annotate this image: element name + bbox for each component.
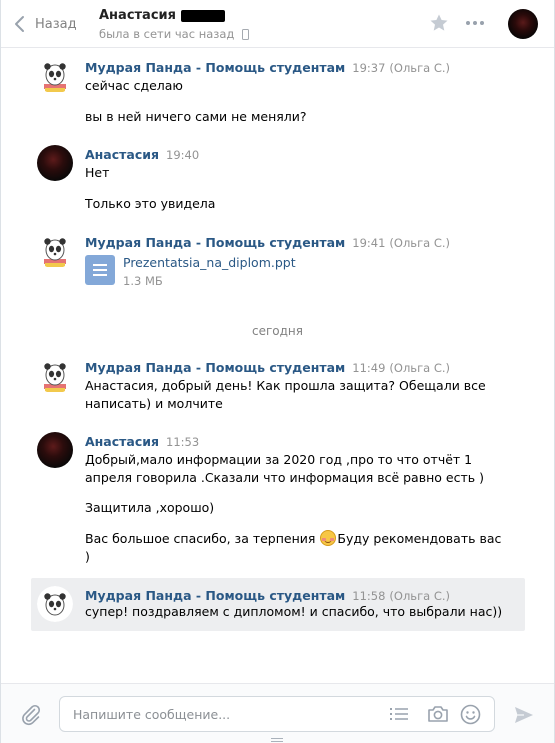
message-text: вы в ней ничего сами не меняли? <box>85 109 307 124</box>
star-icon[interactable] <box>429 13 449 33</box>
redacted-surname <box>181 9 225 22</box>
peer-avatar[interactable] <box>508 9 538 39</box>
document-icon <box>85 255 115 285</box>
message-text: Нет <box>85 165 110 180</box>
emoji-icon[interactable] <box>460 704 481 725</box>
more-icon[interactable] <box>466 21 484 25</box>
blushing-smile-emoji-icon <box>320 530 337 546</box>
chevron-left-icon <box>15 16 24 32</box>
message-time[interactable]: 11:49 <box>352 361 385 375</box>
sender-note: (Ольга С.) <box>389 61 450 75</box>
author-name[interactable]: Анастасия <box>85 147 159 162</box>
author-name[interactable]: Мудрая Панда - Помощь студентам <box>85 360 345 375</box>
paperclip-icon[interactable] <box>19 703 43 727</box>
message-text: Защитила ,хорошо) <box>85 500 215 515</box>
author-name[interactable]: Мудрая Панда - Помощь студентам <box>85 235 345 250</box>
message-composer: Напишите сообщение... <box>1 683 554 743</box>
panda-avatar[interactable] <box>37 358 73 394</box>
templates-list-icon[interactable] <box>390 707 408 721</box>
message-text: сейчас сделаю <box>85 78 183 93</box>
author-name[interactable]: Анастасия <box>85 434 159 449</box>
chat-header: Назад Анастасия была в сети час назад <box>1 0 554 48</box>
peer-status: была в сети час назад <box>99 27 235 41</box>
peer-info[interactable]: Анастасия была в сети час назад <box>99 8 250 41</box>
mobile-phone-icon <box>242 28 250 40</box>
message-input[interactable]: Напишите сообщение... <box>59 696 495 732</box>
document-name[interactable]: Prezentatsia_na_diplom.ppt <box>123 255 296 271</box>
message-text: написать) и молчите <box>85 396 223 411</box>
message-text: ) <box>85 549 90 564</box>
message-text: супер! поздравляем с дипломом! и спасибо… <box>85 604 503 619</box>
author-name[interactable]: Мудрая Панда - Помощь студентам <box>85 60 345 75</box>
resize-handle[interactable] <box>271 738 283 742</box>
message-time[interactable]: 11:58 <box>352 589 385 603</box>
panda-avatar[interactable] <box>37 586 73 622</box>
message-time[interactable]: 19:40 <box>166 148 199 162</box>
back-button[interactable]: Назад <box>13 12 77 36</box>
panda-avatar[interactable] <box>37 233 73 269</box>
message-time[interactable]: 19:37 <box>352 61 385 75</box>
user-avatar[interactable] <box>37 145 73 181</box>
message-group: Мудрая Панда - Помощь студентам 11:49 (О… <box>31 358 525 418</box>
panda-avatar[interactable] <box>37 58 73 94</box>
message-text: Анастасия, добрый день! Как прошла защит… <box>85 378 486 393</box>
message-text: Добрый,мало информации за 2020 год ,про … <box>85 452 473 467</box>
message-time[interactable]: 19:41 <box>352 236 385 250</box>
message-group: Мудрая Панда - Помощь студентам 19:37 (О… <box>31 58 525 134</box>
sender-note: (Ольга С.) <box>389 589 450 603</box>
message-text-part: Буду рекомендовать вас <box>337 531 502 546</box>
message-text: Только это увидела <box>85 196 216 211</box>
camera-icon[interactable] <box>427 704 449 724</box>
send-icon[interactable] <box>513 704 535 726</box>
message-time[interactable]: 11:53 <box>166 435 199 449</box>
user-avatar[interactable] <box>37 432 73 468</box>
sender-note: (Ольга С.) <box>389 236 450 250</box>
message-text-part: Вас большое спасибо, за терпения <box>85 531 316 546</box>
date-separator: сегодня <box>252 324 303 338</box>
message-text: апреля говорила .Сказали что информация … <box>85 470 484 485</box>
message-group: Анастасия 19:40 Нет Только это увидела <box>31 145 525 221</box>
author-name[interactable]: Мудрая Панда - Помощь студентам <box>85 588 345 603</box>
document-size: 1.3 МБ <box>123 274 163 288</box>
document-attachment[interactable]: Prezentatsia_na_diplom.ppt 1.3 МБ <box>85 255 296 288</box>
message-text: Вас большое спасибо, за терпения Буду ре… <box>85 530 501 548</box>
sender-note: (Ольга С.) <box>389 361 450 375</box>
peer-name: Анастасия <box>99 8 176 23</box>
message-group[interactable]: Мудрая Панда - Помощь студентам 11:58 (О… <box>31 586 525 626</box>
message-input-placeholder: Напишите сообщение... <box>73 707 231 722</box>
back-label: Назад <box>35 16 77 32</box>
chat-window: Назад Анастасия была в сети час назад Му… <box>0 0 555 743</box>
message-group: Анастасия 11:53 Добрый,мало информации з… <box>31 432 525 572</box>
